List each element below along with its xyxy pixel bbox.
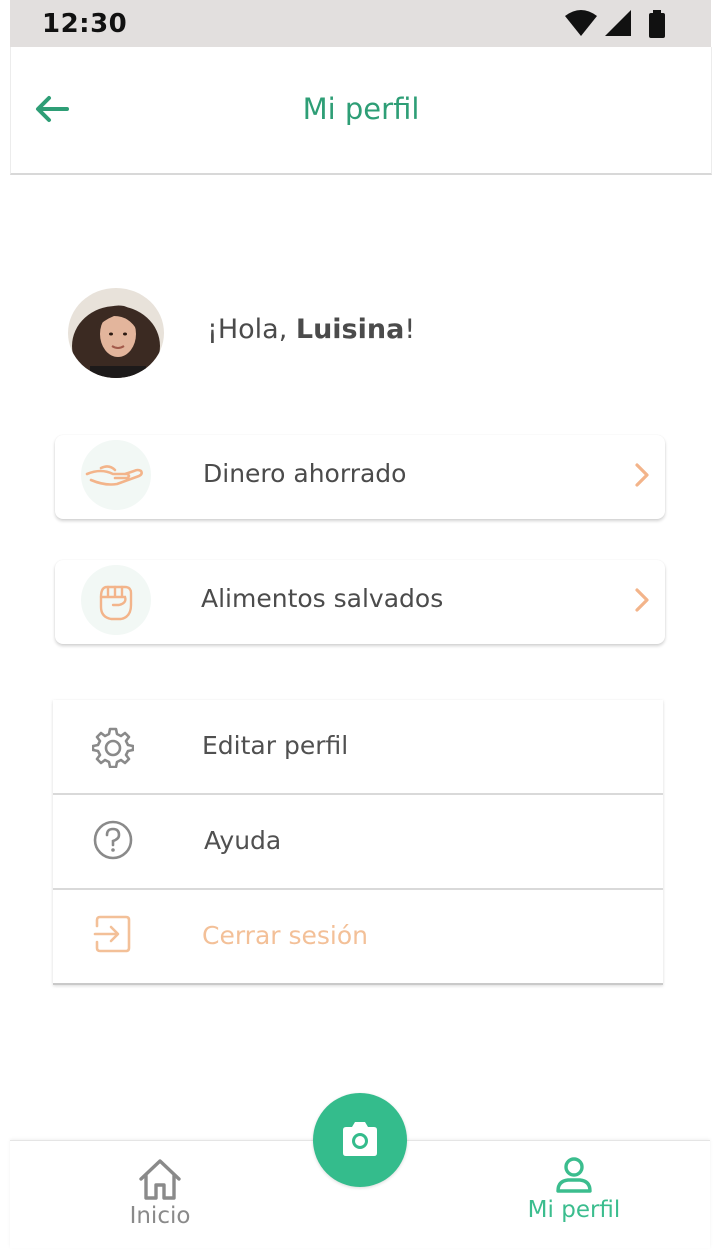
greeting-prefix: ¡Hola, [207, 314, 296, 345]
money-saved-label: Dinero ahorrado [203, 459, 407, 488]
help-item[interactable]: Ayuda [53, 795, 663, 890]
nav-profile[interactable]: Mi perfil [494, 1141, 654, 1241]
signal-icon [605, 10, 631, 36]
page-title: Mi perfil [302, 92, 420, 126]
chevron-right-icon [635, 588, 649, 612]
nav-home[interactable]: Inicio [80, 1141, 240, 1241]
greeting-suffix: ! [404, 314, 416, 345]
status-time: 12:30 [42, 9, 128, 39]
help-label: Ayuda [204, 826, 282, 855]
money-saved-icon-circle [81, 440, 151, 510]
camera-button[interactable] [313, 1093, 407, 1187]
avatar-photo [68, 288, 164, 378]
user-name: Luisina [295, 314, 405, 345]
food-saved-label: Alimentos salvados [201, 584, 444, 613]
home-icon [139, 1159, 181, 1200]
nav-profile-label: Mi perfil [527, 1197, 621, 1223]
status-bar: 12:30 [10, 0, 711, 47]
avatar [68, 288, 164, 378]
hand-money-icon [85, 465, 143, 486]
app-bar: Mi perfil [10, 47, 712, 175]
food-saved-icon-circle [81, 565, 151, 635]
user-icon [556, 1157, 592, 1193]
food-saved-card[interactable]: Alimentos salvados [55, 560, 665, 644]
status-icons [565, 10, 675, 38]
fist-icon [99, 585, 133, 621]
edit-profile-label: Editar perfil [202, 731, 349, 760]
battery-icon [649, 10, 665, 38]
logout-item[interactable]: Cerrar sesión [53, 890, 663, 985]
greeting-text: ¡Hola, Luisina! [207, 314, 415, 345]
settings-menu: Editar perfil Ayuda Cerrar sesión [53, 700, 663, 985]
profile-greeting: ¡Hola, Luisina! [68, 288, 628, 378]
money-saved-card[interactable]: Dinero ahorrado [55, 435, 665, 519]
logout-icon [93, 915, 131, 953]
help-icon [93, 820, 133, 860]
gear-icon [92, 727, 134, 768]
logout-label: Cerrar sesión [202, 921, 369, 950]
camera-icon [343, 1122, 377, 1156]
chevron-right-icon [635, 463, 649, 487]
wifi-icon [565, 10, 597, 36]
nav-home-label: Inicio [129, 1203, 191, 1229]
edit-profile-item[interactable]: Editar perfil [53, 700, 663, 795]
